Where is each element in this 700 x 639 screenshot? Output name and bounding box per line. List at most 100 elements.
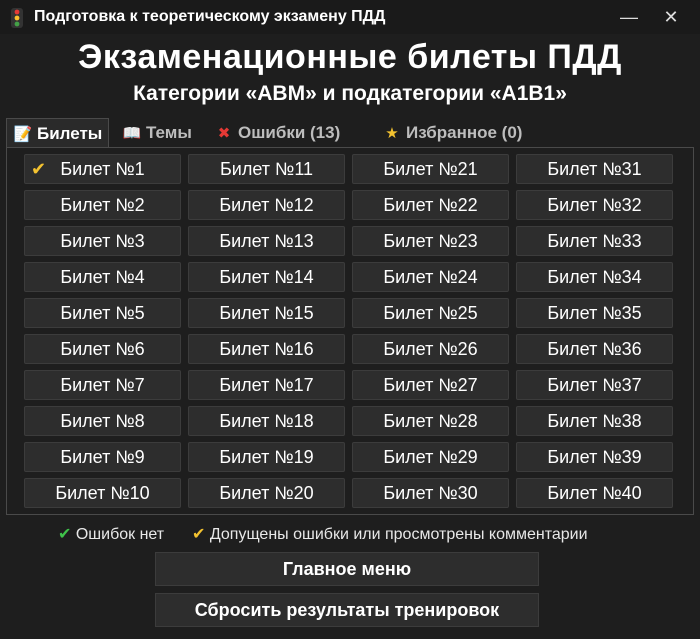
minimize-button[interactable]: — bbox=[612, 4, 646, 30]
tab-label: Ошибки (13) bbox=[238, 123, 341, 142]
ticket-button[interactable]: Билет №36 bbox=[516, 334, 673, 364]
ticket-label: Билет №30 bbox=[383, 483, 478, 503]
main-menu-button[interactable]: Главное меню bbox=[155, 552, 539, 586]
tickets-panel: ✔ Билет №1 Билет №11 Билет №21 Билет №31 Биле… bbox=[6, 147, 694, 515]
ticket-button[interactable]: Билет №8 bbox=[24, 406, 181, 436]
traffic-light-icon bbox=[11, 8, 23, 28]
tab-errors[interactable]: ✖ Ошибки (13) bbox=[214, 118, 341, 148]
ticket-button[interactable]: Билет №30 bbox=[352, 478, 509, 508]
ticket-button[interactable]: Билет №32 bbox=[516, 190, 673, 220]
ticket-button[interactable]: Билет №14 bbox=[188, 262, 345, 292]
ticket-label: Билет №25 bbox=[383, 303, 478, 323]
ticket-label: Билет №9 bbox=[60, 447, 145, 467]
ticket-button[interactable]: Билет №26 bbox=[352, 334, 509, 364]
ticket-label: Билет №22 bbox=[383, 195, 478, 215]
close-button[interactable]: ✕ bbox=[654, 4, 688, 30]
ticket-button[interactable]: Билет №13 bbox=[188, 226, 345, 256]
ticket-label: Билет №12 bbox=[219, 195, 314, 215]
ticket-button[interactable]: Билет №4 bbox=[24, 262, 181, 292]
ticket-label: Билет №6 bbox=[60, 339, 145, 359]
ticket-button[interactable]: Билет №11 bbox=[188, 154, 345, 184]
legend-with-errors: ✔ Допущены ошибки или просмотрены коммен… bbox=[192, 524, 588, 544]
ticket-label: Билет №5 bbox=[60, 303, 145, 323]
ticket-label: Билет №35 bbox=[547, 303, 642, 323]
ticket-button[interactable]: Билет №39 bbox=[516, 442, 673, 472]
ticket-button[interactable]: Билет №34 bbox=[516, 262, 673, 292]
ticket-label: Билет №24 bbox=[383, 267, 478, 287]
notepad-icon: 📝 bbox=[13, 126, 33, 143]
ticket-button[interactable]: Билет №21 bbox=[352, 154, 509, 184]
ticket-label: Билет №1 bbox=[60, 159, 145, 179]
page-title: Экзаменационные билеты ПДД bbox=[78, 38, 622, 76]
ticket-label: Билет №10 bbox=[55, 483, 150, 503]
ticket-label: Билет №33 bbox=[547, 231, 642, 251]
star-icon: ★ bbox=[385, 125, 399, 142]
ticket-button[interactable]: Билет №27 bbox=[352, 370, 509, 400]
ticket-label: Билет №13 bbox=[219, 231, 314, 251]
tab-label: Билеты bbox=[37, 124, 103, 143]
ticket-button[interactable]: Билет №35 bbox=[516, 298, 673, 328]
legend-no-errors: ✔ Ошибок нет bbox=[58, 524, 164, 544]
ticket-button[interactable]: Билет №10 bbox=[24, 478, 181, 508]
ticket-button[interactable]: Билет №20 bbox=[188, 478, 345, 508]
ticket-label: Билет №34 bbox=[547, 267, 642, 287]
reset-results-button[interactable]: Сбросить результаты тренировок bbox=[155, 593, 539, 627]
ticket-label: Билет №37 bbox=[547, 375, 642, 395]
ticket-button[interactable]: Билет №18 bbox=[188, 406, 345, 436]
ticket-label: Билет №17 bbox=[219, 375, 314, 395]
ticket-button[interactable]: Билет №17 bbox=[188, 370, 345, 400]
ticket-label: Билет №11 bbox=[219, 159, 314, 179]
green-check-icon: ✔ bbox=[58, 526, 72, 543]
tab-topics[interactable]: 📖 Темы bbox=[122, 118, 192, 148]
legend-no-errors-label: Ошибок нет bbox=[75, 526, 165, 543]
tab-favorites[interactable]: ★ Избранное (0) bbox=[382, 118, 522, 148]
ticket-label: Билет №40 bbox=[547, 483, 642, 503]
book-icon: 📖 bbox=[122, 125, 142, 142]
window-title: Подготовка к теоретическому экзамену ПДД bbox=[34, 8, 386, 25]
ticket-button[interactable]: Билет №31 bbox=[516, 154, 673, 184]
legend: ✔ Ошибок нет ✔ Допущены ошибки или просм… bbox=[0, 522, 700, 546]
ticket-button[interactable]: Билет №19 bbox=[188, 442, 345, 472]
ticket-label: Билет №7 bbox=[60, 375, 145, 395]
ticket-button[interactable]: Билет №22 bbox=[352, 190, 509, 220]
tab-bar: 📝 Билеты 📖 Темы ✖ Ошибки (13) ★ Избранное (0… bbox=[6, 118, 696, 148]
ticket-label: Билет №4 bbox=[60, 267, 145, 287]
ticket-label: Билет №27 bbox=[383, 375, 478, 395]
ticket-label: Билет №18 bbox=[219, 411, 314, 431]
ticket-label: Билет №16 bbox=[219, 339, 314, 359]
ticket-label: Билет №14 bbox=[219, 267, 314, 287]
ticket-button[interactable]: Билет №23 bbox=[352, 226, 509, 256]
ticket-button[interactable]: Билет №40 bbox=[516, 478, 673, 508]
ticket-button[interactable]: ✔ Билет №1 bbox=[24, 154, 181, 184]
ticket-button[interactable]: Билет №33 bbox=[516, 226, 673, 256]
ticket-button[interactable]: Билет №9 bbox=[24, 442, 181, 472]
ticket-button[interactable]: Билет №37 bbox=[516, 370, 673, 400]
ticket-label: Билет №19 bbox=[219, 447, 314, 467]
ticket-button[interactable]: Билет №12 bbox=[188, 190, 345, 220]
ticket-label: Билет №15 bbox=[219, 303, 314, 323]
ticket-button[interactable]: Билет №28 bbox=[352, 406, 509, 436]
ticket-label: Билет №3 bbox=[60, 231, 145, 251]
ticket-label: Билет №32 bbox=[547, 195, 642, 215]
ticket-button[interactable]: Билет №7 bbox=[24, 370, 181, 400]
ticket-button[interactable]: Билет №3 bbox=[24, 226, 181, 256]
error-doc-icon: ✖ bbox=[217, 125, 231, 142]
ticket-button[interactable]: Билет №15 bbox=[188, 298, 345, 328]
tab-tickets[interactable]: 📝 Билеты bbox=[6, 118, 110, 148]
ticket-button[interactable]: Билет №5 bbox=[24, 298, 181, 328]
ticket-label: Билет №21 bbox=[383, 159, 478, 179]
legend-with-errors-label: Допущены ошибки или просмотрены коммента… bbox=[209, 526, 588, 543]
ticket-button[interactable]: Билет №16 bbox=[188, 334, 345, 364]
ticket-button[interactable]: Билет №6 bbox=[24, 334, 181, 364]
page-subtitle: Категории «ABM» и подкатегории «A1B1» bbox=[133, 82, 567, 105]
ticket-label: Билет №39 bbox=[547, 447, 642, 467]
ticket-button[interactable]: Билет №29 bbox=[352, 442, 509, 472]
tab-label: Темы bbox=[146, 123, 192, 142]
ticket-button[interactable]: Билет №24 bbox=[352, 262, 509, 292]
ticket-button[interactable]: Билет №25 bbox=[352, 298, 509, 328]
ticket-label: Билет №23 bbox=[383, 231, 478, 251]
ticket-label: Билет №38 bbox=[547, 411, 642, 431]
ticket-button[interactable]: Билет №2 bbox=[24, 190, 181, 220]
ticket-button[interactable]: Билет №38 bbox=[516, 406, 673, 436]
tab-label: Избранное (0) bbox=[406, 123, 523, 142]
